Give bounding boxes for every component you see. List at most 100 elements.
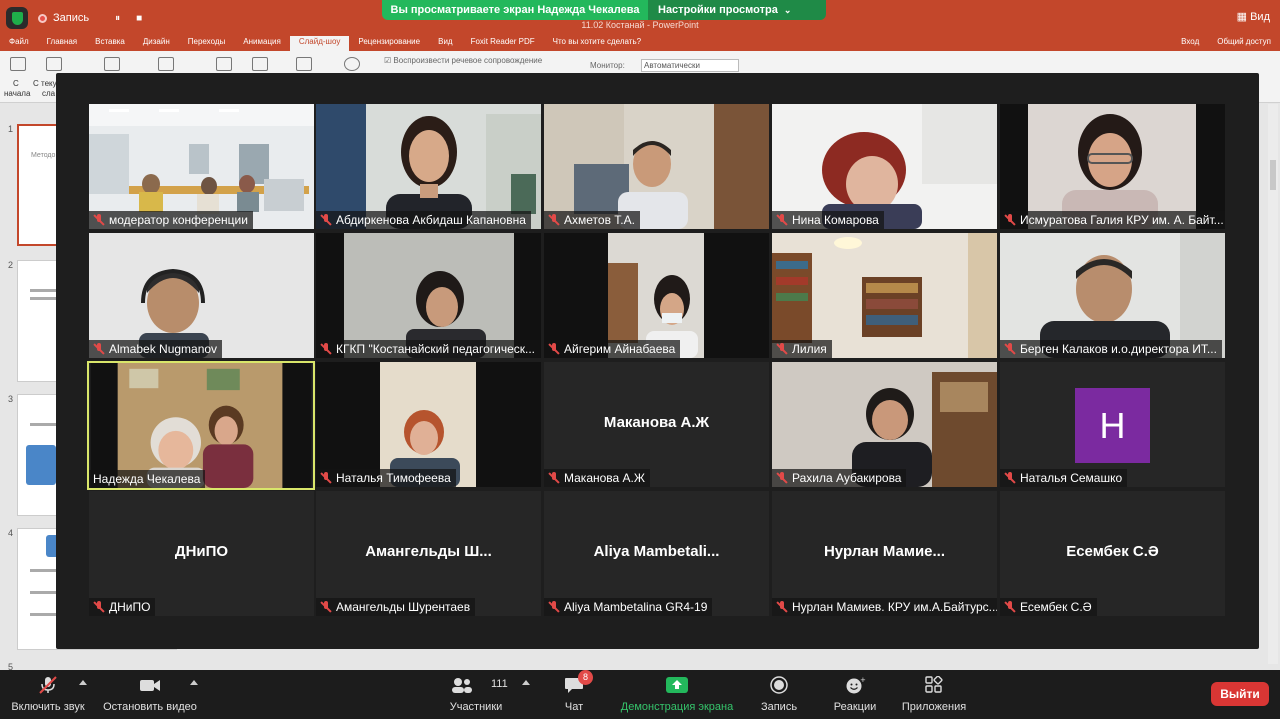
editor-scrollbar[interactable] [1268, 104, 1278, 664]
participant-tile[interactable]: Исмуратова Галия КРУ им. А. Байт... [1000, 104, 1225, 229]
tab-slideshow[interactable]: Слайд-шоу [289, 36, 350, 51]
meeting-toolbar: Включить звук Остановить видео 111 Участ… [0, 670, 1280, 719]
participants-icon [452, 678, 472, 693]
share-link[interactable]: Общий доступ [1208, 36, 1280, 51]
participant-name-bar: Рахила Аубакирова [772, 469, 907, 487]
audio-options-chevron-icon[interactable] [79, 680, 87, 685]
from-start-icon[interactable] [10, 57, 26, 71]
video-options-chevron-icon[interactable] [190, 680, 198, 685]
participant-tile[interactable]: Нина Комарова [772, 104, 997, 229]
record-icon [770, 676, 788, 694]
reactions-label: Реакции [833, 701, 877, 713]
view-options-button[interactable]: ▦ Вид [1237, 10, 1270, 23]
view-settings-label: Настройки просмотра [658, 4, 778, 16]
scrollbar-thumb[interactable] [1270, 160, 1276, 190]
participant-name-bar: Исмуратова Галия КРУ им. А. Байт... [1000, 211, 1225, 229]
participant-tile-active-speaker[interactable]: Надежда Чекалева [87, 361, 315, 490]
participant-tile[interactable]: Almabek Nugmanov [89, 233, 314, 358]
participants-chevron-icon[interactable] [522, 680, 530, 685]
mic-muted-icon [320, 343, 332, 355]
tab-insert[interactable]: Вставка [86, 36, 134, 51]
apps-grid-icon [925, 676, 943, 693]
mic-muted-icon [548, 472, 560, 484]
participant-tile[interactable]: Рахила Аубакирова [772, 362, 997, 487]
participant-tile[interactable]: ДНиПО ДНиПО [89, 491, 314, 616]
participant-name: Надежда Чекалева [93, 472, 201, 486]
participant-tile[interactable]: модератор конференции [89, 104, 314, 229]
participant-avatar: Н [1075, 388, 1150, 463]
slide-number: 4 [8, 528, 14, 538]
share-screen-button[interactable]: Демонстрация экрана [612, 670, 742, 719]
participant-tile[interactable]: Нурлан Мамие... Нурлан Мамиев. КРУ им.А.… [772, 491, 997, 616]
tab-foxit[interactable]: Foxit Reader PDF [462, 36, 544, 51]
unmute-button[interactable]: Включить звук [6, 670, 90, 719]
participant-name: Ахметов Т.А. [564, 213, 635, 227]
participant-display-name: Маканова А.Ж [603, 414, 710, 431]
participant-tile[interactable]: Ахметов Т.А. [544, 104, 769, 229]
mic-muted-icon [320, 214, 332, 226]
participant-tile[interactable]: Берген Калаков и.о.директора ИТ... [1000, 233, 1225, 358]
participants-button[interactable]: 111 Участники [436, 670, 516, 719]
record-show-icon[interactable] [344, 57, 360, 71]
mic-muted-icon [1004, 343, 1016, 355]
participant-name-bar: Амангельды Шурентаев [316, 598, 476, 616]
zoom-window: Запись ⏸ ■ 11.02 Костанай - PowerPoint ▦… [0, 0, 1280, 719]
ribbon-tabs: Файл Главная Вставка Дизайн Переходы Ани… [0, 36, 1280, 51]
thumbnail-image [26, 445, 56, 485]
record-label: Запись [760, 701, 798, 713]
participant-tile[interactable]: Лилия [772, 233, 997, 358]
mic-muted-icon [1004, 472, 1016, 484]
participant-tile[interactable]: Есембек С.Ә Есембек С.Ә [1000, 491, 1225, 616]
login-link[interactable]: Вход [1172, 36, 1208, 51]
custom-show-icon[interactable] [158, 57, 174, 71]
unmute-label: Включить звук [11, 701, 85, 713]
stop-video-button[interactable]: Остановить видео [100, 670, 200, 719]
participant-tile[interactable]: Маканова А.Ж Маканова А.Ж [544, 362, 769, 487]
participant-tile[interactable]: Н Наталья Семашко [1000, 362, 1225, 487]
mic-muted-icon [776, 214, 788, 226]
from-current-icon[interactable] [46, 57, 62, 71]
video-gallery: модератор конференции Абдиркенова Акбида… [56, 73, 1259, 649]
rehearse-icon[interactable] [296, 57, 312, 71]
participant-name-bar: Надежда Чекалева [89, 470, 206, 488]
monitor-select[interactable]: Автоматически [641, 59, 739, 72]
participant-tile[interactable]: Амангельды Ш... Амангельды Шурентаев [316, 491, 541, 616]
viewing-screen-label: Вы просматриваете экран Надежда Чекалева [382, 0, 648, 20]
tab-file[interactable]: Файл [0, 36, 38, 51]
participant-name-bar: Almabek Nugmanov [89, 340, 223, 358]
participant-tile[interactable]: Aliya Mambetali... Aliya Mambetalina GR4… [544, 491, 769, 616]
narration-checkbox[interactable]: ☑ Воспроизвести речевое сопровождение [384, 56, 542, 65]
participant-name-bar: Нурлан Мамиев. КРУ им.А.Байтурс... [772, 598, 997, 616]
tab-design[interactable]: Дизайн [134, 36, 179, 51]
participant-tile[interactable]: Абдиркенова Акбидаш Капановна [316, 104, 541, 229]
tell-me-search[interactable]: Что вы хотите сделать? [544, 36, 650, 51]
tab-review[interactable]: Рецензирование [349, 36, 429, 51]
leave-meeting-button[interactable]: Выйти [1211, 682, 1269, 706]
hide-slide-icon[interactable] [252, 57, 268, 71]
tab-animations[interactable]: Анимация [234, 36, 290, 51]
mic-muted-icon [93, 343, 105, 355]
tab-home[interactable]: Главная [38, 36, 86, 51]
reactions-button[interactable]: + Реакции [826, 670, 884, 719]
participant-name-bar: Маканова А.Ж [544, 469, 650, 487]
participant-name: Есембек С.Ә [1020, 600, 1092, 614]
tab-transitions[interactable]: Переходы [179, 36, 235, 51]
participant-name: ДНиПО [109, 600, 151, 614]
participant-name: Наталья Тимофеева [336, 471, 451, 485]
tab-view[interactable]: Вид [429, 36, 461, 51]
present-online-icon[interactable] [104, 57, 120, 71]
mic-muted-icon [1004, 214, 1016, 226]
mic-muted-icon [776, 601, 788, 613]
participant-name: Рахила Аубакирова [792, 471, 902, 485]
view-label: Вид [1250, 11, 1270, 23]
participant-name-bar: КГКП "Костанайский педагогическ... [316, 340, 541, 358]
narration-label: Воспроизвести речевое сопровождение [393, 56, 543, 65]
setup-show-icon[interactable] [216, 57, 232, 71]
chat-button[interactable]: 8 Чат [544, 670, 604, 719]
record-button[interactable]: Запись [750, 670, 808, 719]
view-settings-button[interactable]: Настройки просмотра ⌄ [648, 0, 826, 20]
participant-tile[interactable]: КГКП "Костанайский педагогическ... [316, 233, 541, 358]
apps-button[interactable]: Приложения [896, 670, 972, 719]
participant-tile[interactable]: Наталья Тимофеева [316, 362, 541, 487]
participant-tile[interactable]: Айгерим Айнабаева [544, 233, 769, 358]
